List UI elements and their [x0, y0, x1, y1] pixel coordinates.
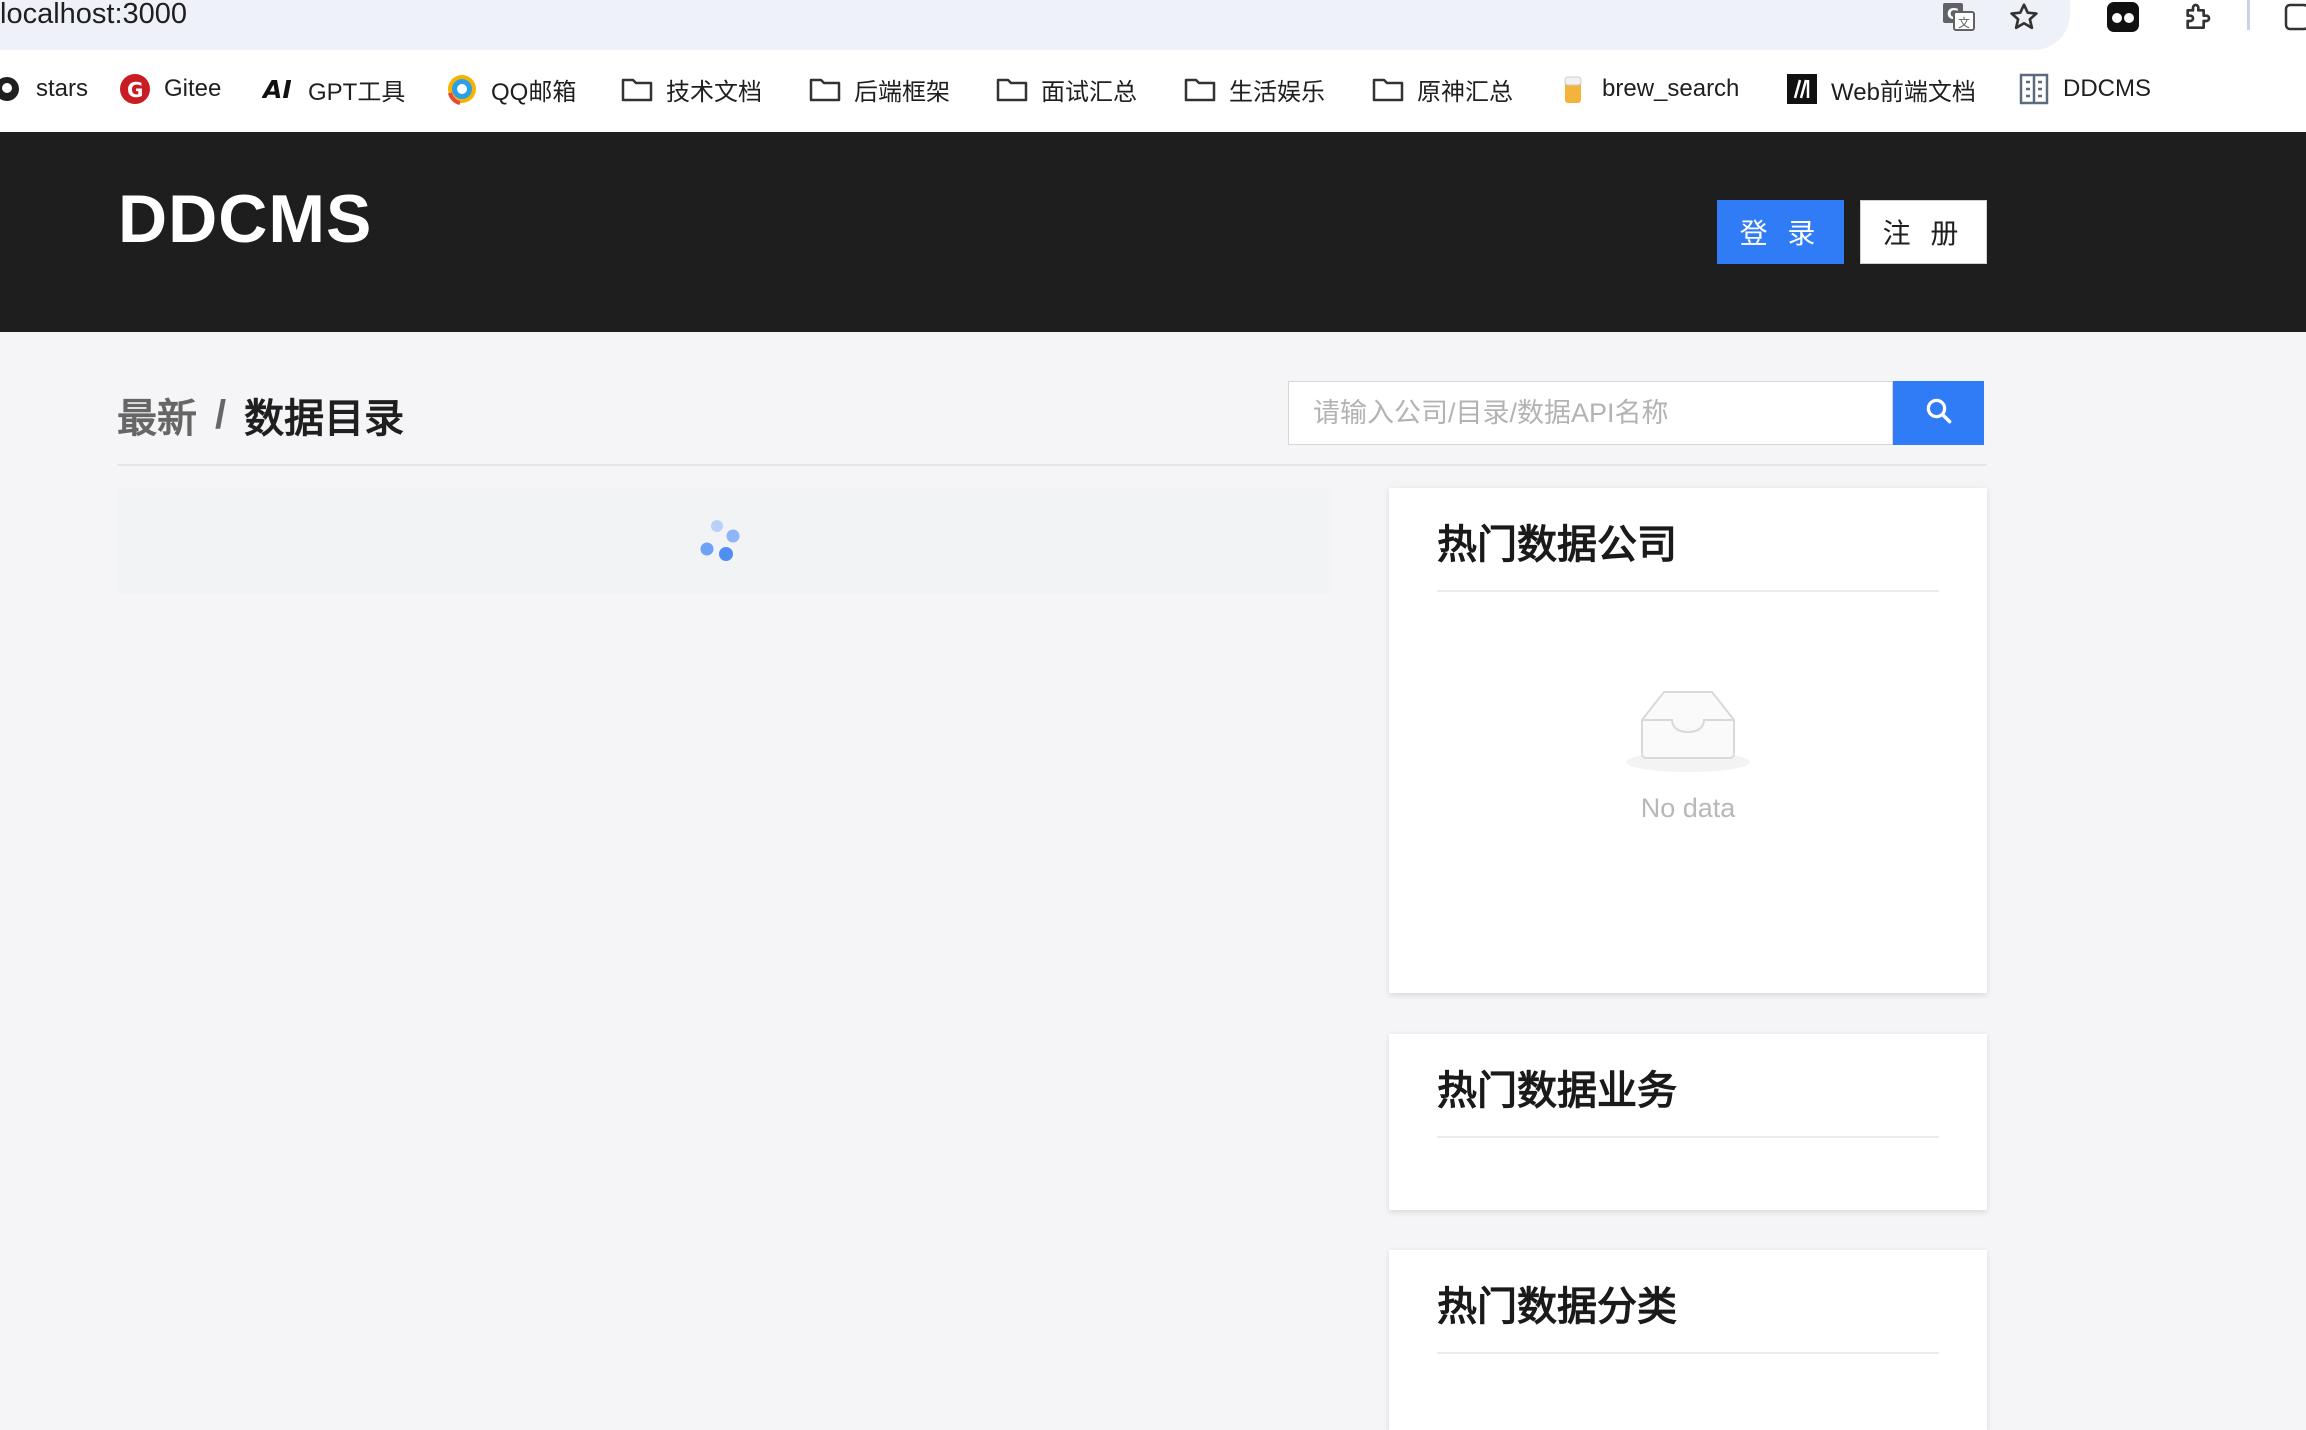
svg-text:G: G	[127, 78, 143, 102]
login-button[interactable]: 登 录	[1717, 200, 1844, 264]
bookmark-label: 面试汇总	[1041, 78, 1137, 106]
bookmark-label: 生活娱乐	[1229, 78, 1325, 106]
breadcrumb-item-current: 数据目录	[244, 397, 405, 441]
bookmark-label: QQ邮箱	[491, 78, 577, 106]
site-header: DDCMS 登 录 注 册	[0, 132, 2306, 332]
bookmark-stars[interactable]: stars	[0, 68, 88, 110]
qqmail-icon	[445, 72, 479, 106]
empty-text: No data	[1640, 793, 1736, 823]
card-hot-business: 热门数据业务	[1389, 1034, 1987, 1210]
bookmark-label: Gitee	[164, 75, 222, 102]
breadcrumb: 最新 / 数据目录	[117, 386, 404, 444]
folder-icon	[1371, 72, 1405, 106]
card-divider	[1437, 1352, 1939, 1354]
svg-text:AI: AI	[262, 75, 292, 104]
bookmark-gitee[interactable]: G Gitee	[118, 68, 221, 110]
card-title: 热门数据公司	[1437, 523, 1677, 567]
catalog-list-loading	[117, 488, 1332, 594]
gitee-icon: G	[118, 72, 152, 106]
bookmark-folder-backend[interactable]: 后端框架	[808, 68, 950, 110]
bookmark-folder-life[interactable]: 生活娱乐	[1183, 68, 1325, 110]
mdn-icon	[1785, 72, 1819, 106]
toolbar-separator	[2247, 0, 2250, 30]
bookmark-label: brew_search	[1602, 75, 1740, 102]
bookmark-ddcms[interactable]: DDCMS	[2017, 68, 2151, 110]
bookmark-label: stars	[36, 75, 89, 102]
url-text[interactable]: localhost:3000	[0, 0, 187, 31]
svg-text:文: 文	[1958, 15, 1970, 30]
bookmark-label: GPT工具	[308, 78, 406, 106]
site-logo[interactable]: DDCMS	[118, 180, 372, 258]
empty-state: No data	[1389, 686, 1987, 824]
content-divider	[117, 464, 1987, 466]
loading-spinner-icon	[697, 516, 745, 564]
bookmark-star-icon[interactable]	[2004, 0, 2044, 34]
card-hot-companies: 热门数据公司 No data	[1389, 488, 1987, 993]
bookmark-brew-search[interactable]: brew_search	[1556, 68, 1739, 110]
extensions-puzzle-icon[interactable]	[2177, 0, 2217, 34]
bookmark-folder-tech-docs[interactable]: 技术文档	[620, 68, 762, 110]
bookmark-mdn[interactable]: Web前端文档	[1785, 68, 1976, 110]
bookmark-label: DDCMS	[2063, 75, 2151, 102]
beer-icon	[1556, 72, 1590, 106]
breadcrumb-item-latest[interactable]: 最新	[117, 386, 197, 444]
breadcrumb-separator: /	[215, 392, 227, 437]
ai-icon: AI	[262, 72, 296, 106]
search-icon	[1924, 396, 1954, 431]
building-icon	[2017, 72, 2051, 106]
folder-icon	[620, 72, 654, 106]
empty-inbox-icon	[1624, 686, 1752, 779]
card-divider	[1437, 590, 1939, 592]
bookmark-label: Web前端文档	[1831, 78, 1976, 106]
card-hot-categories: 热门数据分类	[1389, 1250, 1987, 1430]
search-input[interactable]	[1288, 381, 1893, 445]
translate-icon[interactable]: G 文	[1939, 0, 1979, 34]
bookmark-label: 技术文档	[666, 78, 762, 106]
bookmark-qqmail[interactable]: QQ邮箱	[445, 68, 576, 110]
extension-glasses-icon[interactable]	[2103, 0, 2143, 34]
folder-icon	[995, 72, 1029, 106]
card-title: 热门数据分类	[1437, 1285, 1677, 1329]
bookmark-label: 原神汇总	[1417, 78, 1513, 106]
folder-icon	[1183, 72, 1217, 106]
bookmarks-bar: stars G Gitee AI GPT工具 QQ邮箱 技术文档 后端框架 面试	[0, 50, 2306, 132]
register-button[interactable]: 注 册	[1860, 200, 1987, 264]
window-icon[interactable]	[2276, 0, 2306, 34]
bookmark-gpt-tools[interactable]: AI GPT工具	[262, 68, 405, 110]
card-title: 热门数据业务	[1437, 1069, 1677, 1113]
search-bar	[1288, 381, 1984, 445]
bookmark-label: 后端框架	[854, 78, 950, 106]
browser-toolbar: localhost:3000 G 文	[0, 0, 2306, 50]
card-divider	[1437, 1136, 1939, 1138]
folder-icon	[808, 72, 842, 106]
search-button[interactable]	[1893, 381, 1984, 445]
bookmark-folder-interview[interactable]: 面试汇总	[995, 68, 1137, 110]
bookmark-folder-genshin[interactable]: 原神汇总	[1371, 68, 1513, 110]
address-bar[interactable]	[0, 0, 2070, 50]
github-icon	[0, 72, 24, 106]
